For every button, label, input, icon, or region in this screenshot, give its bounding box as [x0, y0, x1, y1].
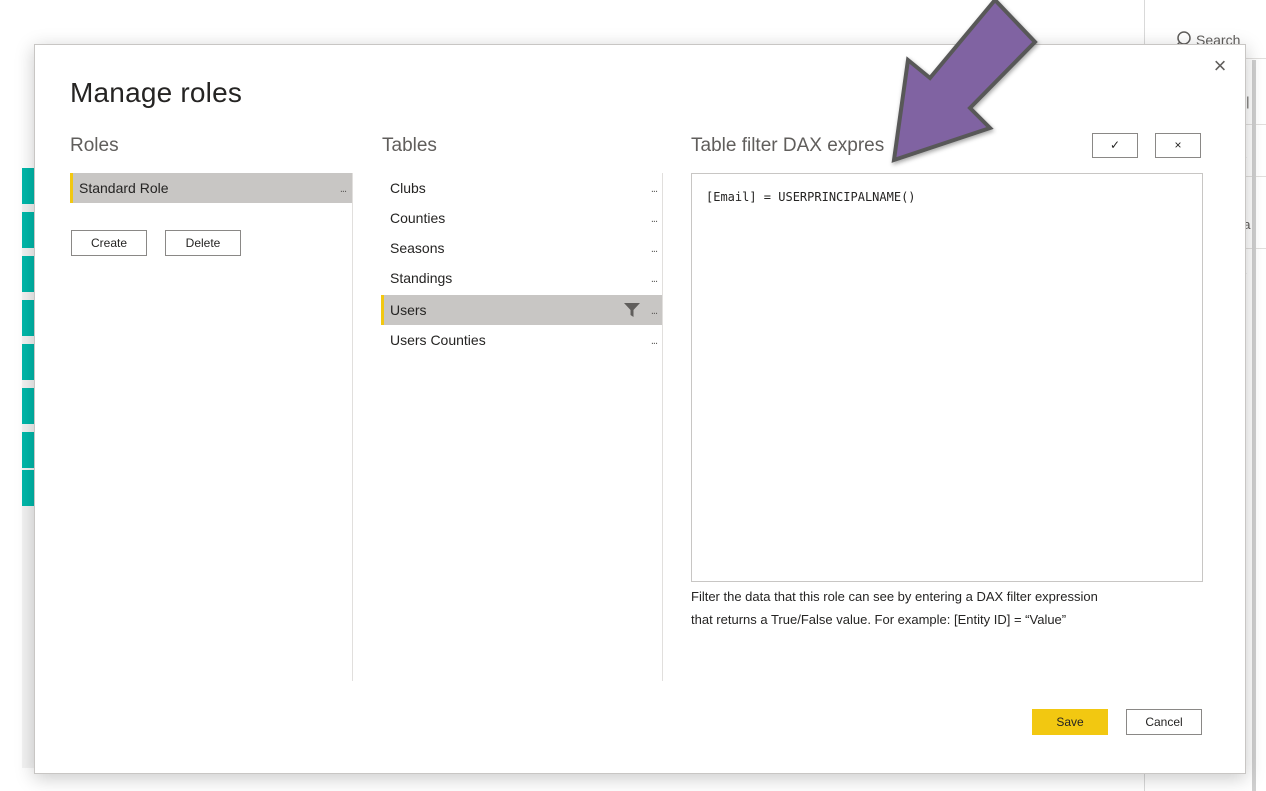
visual-marker [22, 168, 34, 204]
role-item-standard-role[interactable]: Standard Role ... [70, 173, 352, 203]
table-item-users-counties[interactable]: Users Counties ... [381, 325, 663, 355]
save-button[interactable]: Save [1032, 709, 1108, 735]
more-options-icon[interactable]: ... [340, 173, 347, 205]
delete-role-button[interactable]: Delete [165, 230, 241, 256]
table-item-label: Standings [390, 270, 453, 286]
more-options-icon[interactable]: ... [651, 233, 658, 265]
visual-marker [22, 470, 34, 506]
table-item-label: Users Counties [390, 332, 486, 348]
discard-expression-button[interactable]: × [1155, 133, 1201, 158]
pane-shadow [1252, 60, 1256, 791]
confirm-expression-button[interactable]: ✓ [1092, 133, 1138, 158]
table-item-label: Clubs [390, 180, 426, 196]
more-options-icon[interactable]: ... [651, 295, 658, 327]
dialog-title: Manage roles [70, 77, 243, 108]
dax-helper-text: Filter the data that this role can see b… [691, 585, 1211, 631]
callout-arrow [891, 0, 1038, 163]
helper-line: Filter the data that this role can see b… [691, 589, 1098, 604]
close-icon[interactable]: × [1209, 55, 1231, 77]
role-item-label: Standard Role [79, 180, 169, 196]
visual-marker [22, 388, 34, 424]
manage-roles-dialog: × Manage roles Roles Standard Role ... C… [34, 44, 1246, 774]
table-item-counties[interactable]: Counties ... [381, 203, 663, 233]
cancel-button[interactable]: Cancel [1126, 709, 1202, 735]
roles-heading: Roles [70, 135, 119, 156]
table-item-seasons[interactable]: Seasons ... [381, 233, 663, 263]
table-item-users[interactable]: Users ... [381, 295, 663, 325]
dax-expression-text: [Email] = USERPRINCIPALNAME() [706, 190, 916, 204]
helper-line: that returns a True/False value. For exa… [691, 612, 1067, 627]
table-item-label: Counties [390, 210, 446, 226]
more-options-icon[interactable]: ... [651, 325, 658, 357]
visual-marker [22, 344, 34, 380]
table-item-label: Users [390, 302, 427, 318]
dax-heading: Table filter DAX expres [691, 135, 885, 156]
table-item-standings[interactable]: Standings ... [381, 263, 663, 293]
create-role-button[interactable]: Create [71, 230, 147, 256]
table-item-clubs[interactable]: Clubs ... [381, 173, 663, 203]
more-options-icon[interactable]: ... [651, 263, 658, 295]
visual-marker [22, 212, 34, 248]
more-options-icon[interactable]: ... [651, 173, 658, 205]
visual-marker [22, 256, 34, 292]
screen: Search s | la pa la × Manage roles Roles… [0, 0, 1266, 791]
column-divider [352, 173, 353, 681]
more-options-icon[interactable]: ... [651, 203, 658, 235]
visual-marker [22, 300, 34, 336]
dax-expression-editor[interactable]: [Email] = USERPRINCIPALNAME() [691, 173, 1203, 582]
visual-marker [22, 432, 34, 468]
tables-heading: Tables [382, 135, 437, 156]
column-divider [662, 173, 663, 681]
filter-icon [624, 303, 640, 317]
table-item-label: Seasons [390, 240, 445, 256]
